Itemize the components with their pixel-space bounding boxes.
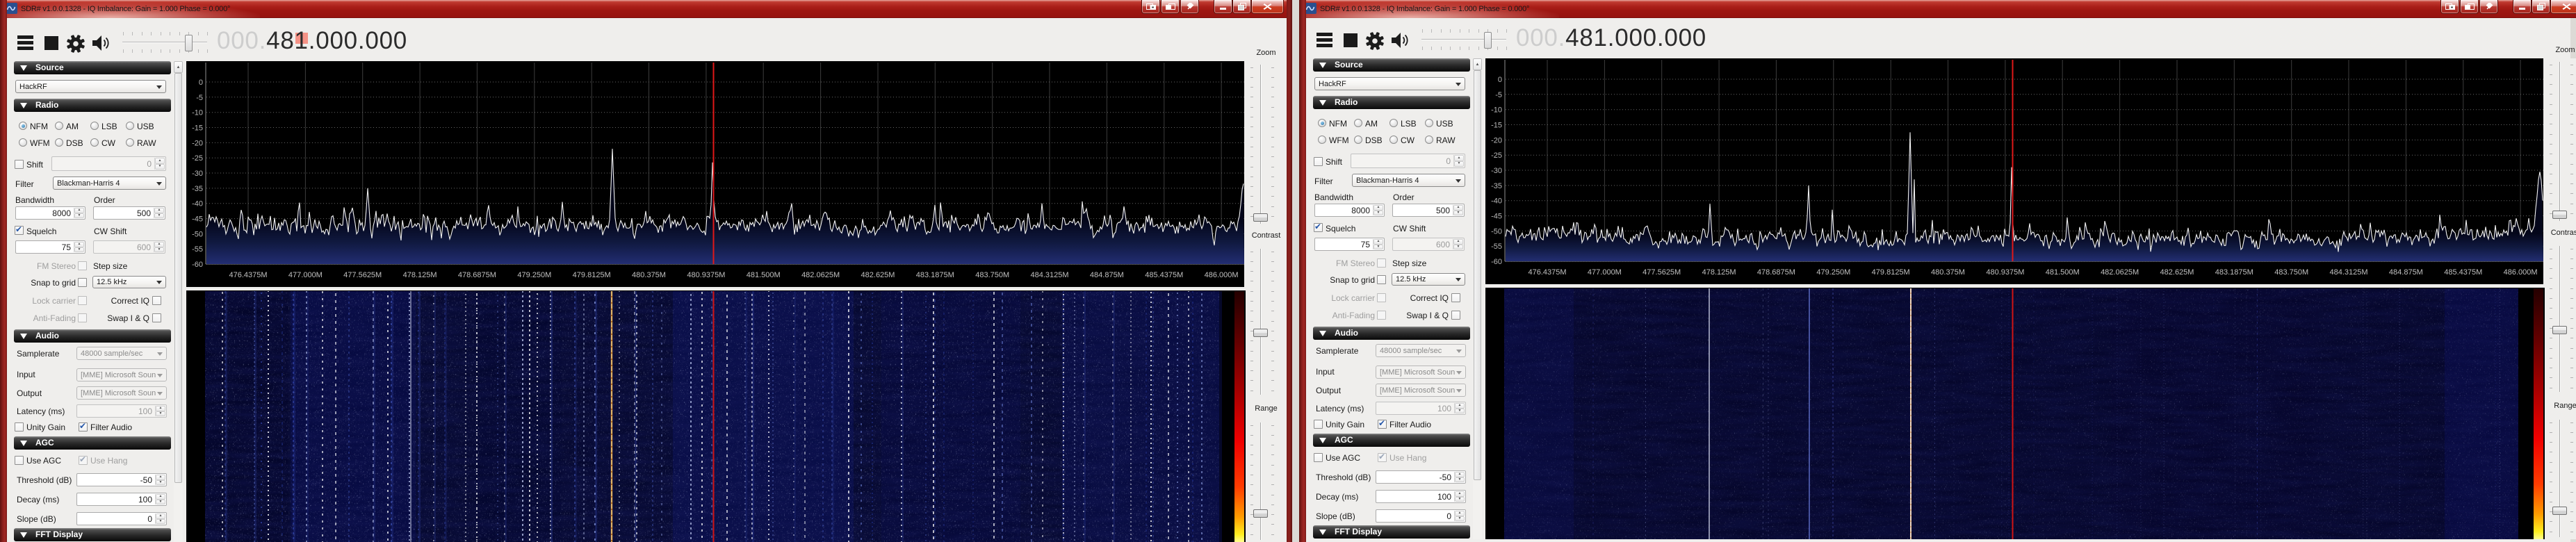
svg-text:477.5625M: 477.5625M	[1642, 268, 1681, 277]
svg-text:486.000M: 486.000M	[2504, 268, 2538, 277]
svg-text:-40: -40	[1491, 197, 1502, 206]
svg-text:480.9375M: 480.9375M	[687, 271, 725, 279]
svg-text:478.6875M: 478.6875M	[1757, 268, 1795, 277]
svg-text:-15: -15	[192, 124, 203, 133]
svg-text:477.000M: 477.000M	[288, 271, 323, 279]
svg-text:-60: -60	[1491, 258, 1502, 266]
svg-text:-25: -25	[1491, 151, 1502, 160]
svg-text:-15: -15	[1491, 122, 1502, 130]
svg-text:-20: -20	[1491, 136, 1502, 145]
svg-text:485.4375M: 485.4375M	[2444, 268, 2482, 277]
svg-text:482.625M: 482.625M	[861, 271, 895, 279]
svg-text:-25: -25	[192, 154, 203, 163]
svg-text:483.1875M: 483.1875M	[2215, 268, 2253, 277]
svg-text:-10: -10	[1491, 106, 1502, 115]
svg-text:-60: -60	[192, 261, 203, 269]
svg-text:-35: -35	[1491, 182, 1502, 190]
svg-text:-45: -45	[1491, 213, 1502, 221]
svg-text:483.750M: 483.750M	[975, 271, 1009, 279]
svg-text:486.000M: 486.000M	[1205, 271, 1239, 279]
svg-text:-35: -35	[192, 185, 203, 193]
svg-text:481.500M: 481.500M	[2046, 268, 2080, 277]
svg-text:-45: -45	[192, 215, 203, 224]
svg-text:482.0625M: 482.0625M	[2101, 268, 2139, 277]
svg-text:-5: -5	[1495, 91, 1502, 99]
svg-text:480.375M: 480.375M	[632, 271, 666, 279]
svg-text:478.6875M: 478.6875M	[458, 271, 496, 279]
svg-text:476.4375M: 476.4375M	[229, 271, 267, 279]
svg-text:478.125M: 478.125M	[1702, 268, 1736, 277]
svg-text:-40: -40	[192, 200, 203, 208]
svg-text:484.3125M: 484.3125M	[1030, 271, 1068, 279]
svg-text:476.4375M: 476.4375M	[1528, 268, 1566, 277]
svg-text:482.0625M: 482.0625M	[801, 271, 840, 279]
svg-text:479.8125M: 479.8125M	[1872, 268, 1910, 277]
svg-text:483.1875M: 483.1875M	[916, 271, 954, 279]
svg-text:479.250M: 479.250M	[517, 271, 551, 279]
svg-text:-30: -30	[192, 170, 203, 178]
svg-text:-10: -10	[192, 109, 203, 117]
svg-text:-50: -50	[192, 230, 203, 238]
svg-text:484.875M: 484.875M	[2389, 268, 2423, 277]
svg-text:-5: -5	[196, 94, 203, 102]
svg-text:481.500M: 481.500M	[747, 271, 781, 279]
svg-text:477.000M: 477.000M	[1588, 268, 1622, 277]
svg-text:479.250M: 479.250M	[1816, 268, 1850, 277]
svg-text:478.125M: 478.125M	[403, 271, 437, 279]
svg-text:484.875M: 484.875M	[1090, 271, 1124, 279]
svg-text:483.750M: 483.750M	[2274, 268, 2308, 277]
svg-text:-30: -30	[1491, 167, 1502, 175]
svg-text:-20: -20	[192, 139, 203, 147]
svg-text:480.375M: 480.375M	[1931, 268, 1965, 277]
svg-text:-55: -55	[1491, 243, 1502, 251]
svg-text:-50: -50	[1491, 227, 1502, 236]
svg-text:0: 0	[1498, 76, 1502, 84]
svg-text:479.8125M: 479.8125M	[573, 271, 611, 279]
svg-text:482.625M: 482.625M	[2160, 268, 2194, 277]
svg-text:477.5625M: 477.5625M	[343, 271, 382, 279]
svg-text:480.9375M: 480.9375M	[1986, 268, 2024, 277]
svg-text:0: 0	[199, 79, 203, 87]
svg-text:484.3125M: 484.3125M	[2329, 268, 2367, 277]
svg-text:-55: -55	[192, 245, 203, 254]
svg-text:485.4375M: 485.4375M	[1145, 271, 1183, 279]
